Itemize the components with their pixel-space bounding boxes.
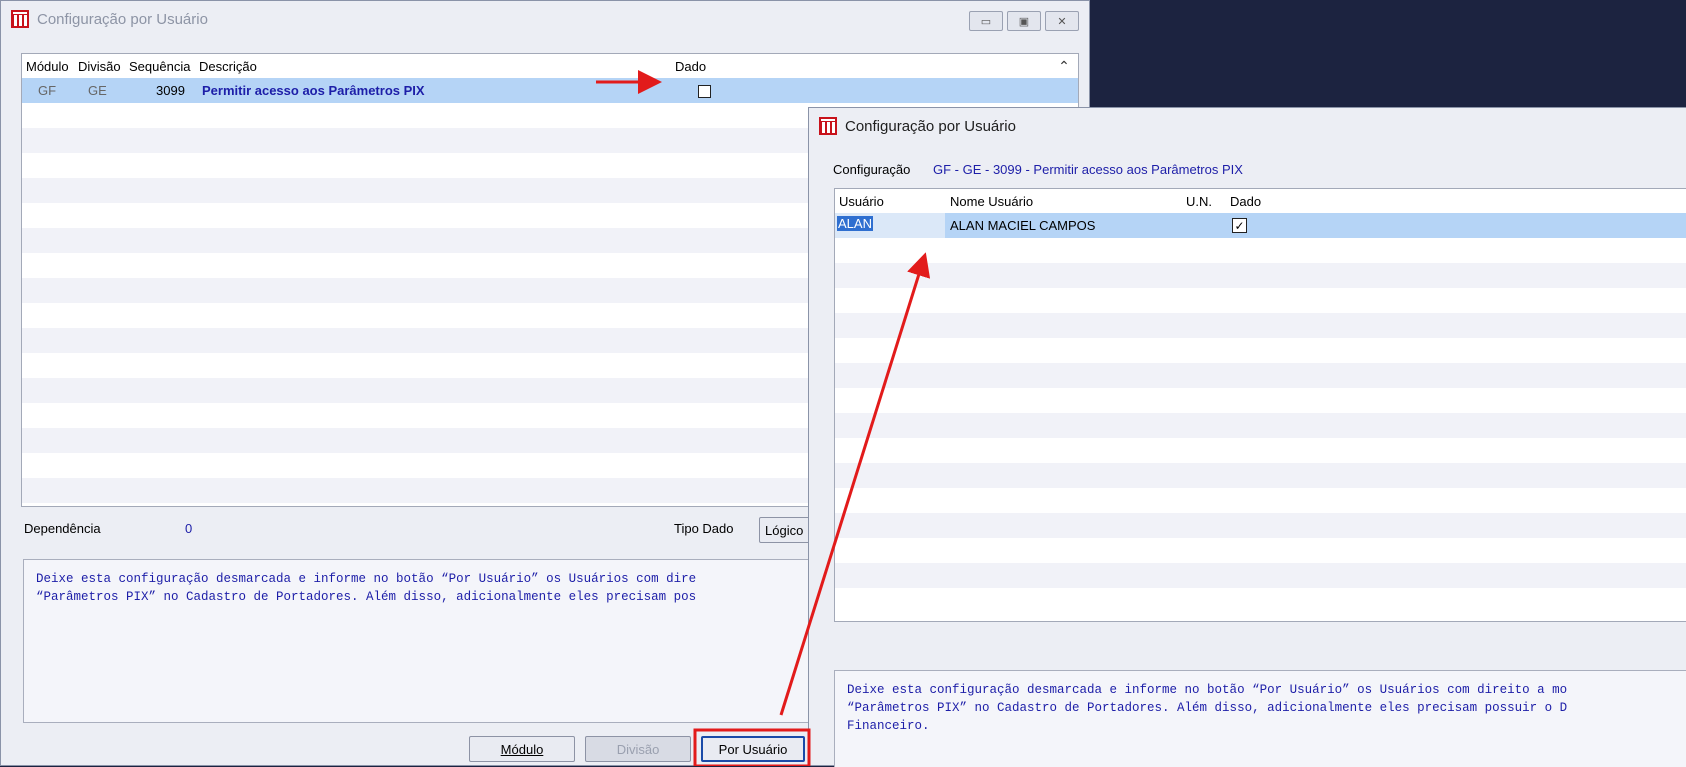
- minimize-icon[interactable]: ▭: [969, 11, 1003, 31]
- col-header-sequencia[interactable]: Sequência: [129, 59, 190, 74]
- cell-sequencia: 3099: [156, 83, 185, 98]
- description-memo[interactable]: Deixe esta configuração desmarcada e inf…: [834, 670, 1686, 767]
- empty-row: [835, 563, 1686, 588]
- empty-row: [835, 263, 1686, 288]
- grid-header: Usuário Nome Usuário U.N. Dado: [835, 189, 1686, 213]
- title-bar[interactable]: Configuração por Usuário: [809, 108, 1686, 144]
- config-window-per-user: Configuração por Usuário Configuração GF…: [808, 107, 1686, 767]
- title-bar[interactable]: Configuração por Usuário ▭ ▣ ✕: [1, 1, 1089, 37]
- app-logo-icon: [11, 10, 29, 28]
- app-logo-icon: [819, 117, 837, 135]
- modulo-button[interactable]: Módulo: [469, 736, 575, 762]
- cell-descricao: Permitir acesso aos Parâmetros PIX: [202, 83, 425, 98]
- dado-checkbox[interactable]: [698, 85, 711, 98]
- divisao-button[interactable]: Divisão: [585, 736, 691, 762]
- col-header-divisao[interactable]: Divisão: [78, 59, 121, 74]
- empty-row: [835, 413, 1686, 438]
- divisao-button-label: Divisão: [616, 741, 660, 757]
- cell-usuario[interactable]: ALAN: [837, 216, 873, 231]
- empty-row: [835, 388, 1686, 413]
- empty-row: [835, 538, 1686, 563]
- configuracao-value: GF - GE - 3099 - Permitir acesso aos Par…: [933, 162, 1243, 177]
- chevron-up-icon[interactable]: ⌃: [1050, 54, 1078, 78]
- empty-row: [835, 288, 1686, 313]
- grid-header: Módulo Divisão Sequência Descrição Dado …: [22, 54, 1078, 78]
- window-title: Configuração por Usuário: [845, 117, 1016, 135]
- col-header-dado[interactable]: Dado: [1230, 194, 1261, 209]
- table-row[interactable]: GF GE 3099 Permitir acesso aos Parâmetro…: [22, 78, 1078, 103]
- col-header-nome-usuario[interactable]: Nome Usuário: [950, 194, 1033, 209]
- cell-nome-usuario: ALAN MACIEL CAMPOS: [950, 218, 1096, 233]
- dependencia-label: Dependência: [24, 521, 101, 536]
- empty-row: [835, 313, 1686, 338]
- cell-divisao: GE: [88, 83, 107, 98]
- col-header-descricao[interactable]: Descrição: [199, 59, 257, 74]
- empty-row: [835, 463, 1686, 488]
- empty-row: [835, 513, 1686, 538]
- col-header-usuario[interactable]: Usuário: [839, 194, 884, 209]
- table-row[interactable]: ALAN ALAN MACIEL CAMPOS ✓: [835, 213, 1686, 238]
- empty-row: [835, 363, 1686, 388]
- col-header-un[interactable]: U.N.: [1186, 194, 1212, 209]
- empty-row: [835, 588, 1686, 613]
- cell-modulo: GF: [38, 83, 57, 98]
- modulo-button-label: Módulo: [500, 741, 544, 757]
- close-icon[interactable]: ✕: [1045, 11, 1079, 31]
- por-usuario-button[interactable]: Por Usuário: [701, 736, 805, 762]
- window-title: Configuração por Usuário: [37, 10, 208, 28]
- maximize-icon[interactable]: ▣: [1007, 11, 1041, 31]
- col-header-modulo[interactable]: Módulo: [26, 59, 69, 74]
- tipo-dado-label: Tipo Dado: [674, 521, 734, 536]
- dependencia-value: 0: [185, 521, 193, 536]
- empty-row: [835, 488, 1686, 513]
- empty-row: [835, 338, 1686, 363]
- empty-row: [835, 438, 1686, 463]
- col-header-dado[interactable]: Dado: [675, 59, 706, 74]
- dado-checkbox[interactable]: ✓: [1232, 218, 1247, 233]
- user-grid[interactable]: Usuário Nome Usuário U.N. Dado ALAN ALAN…: [834, 188, 1686, 622]
- por-usuario-button-label: Por Usuário: [718, 741, 788, 757]
- empty-row: [835, 238, 1686, 263]
- configuracao-label: Configuração: [833, 162, 911, 177]
- tipo-dado-value: Lógico: [765, 522, 804, 538]
